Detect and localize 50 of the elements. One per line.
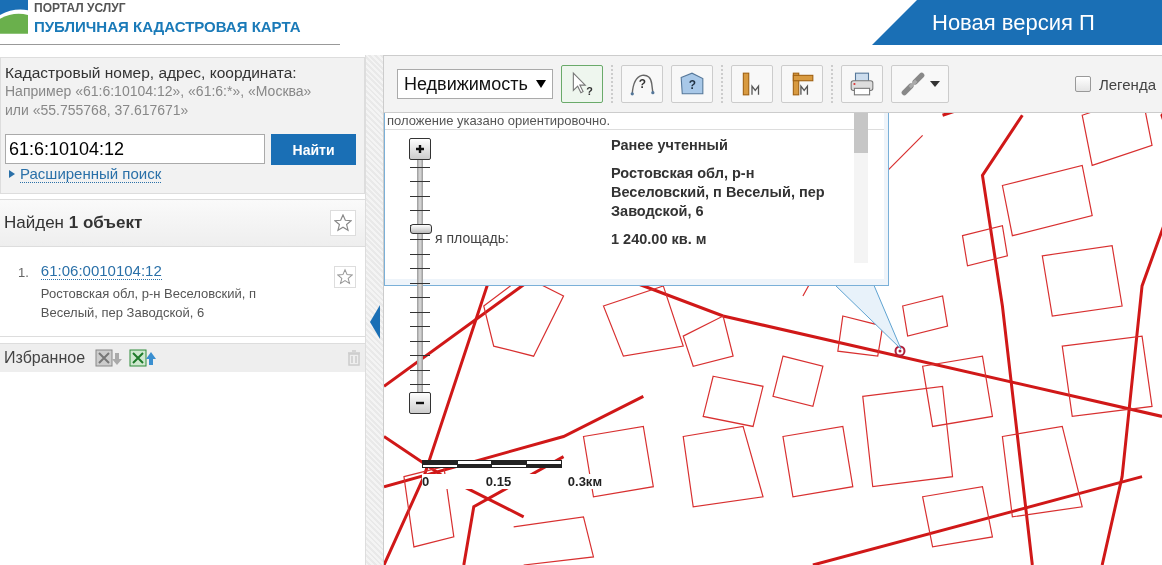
dropdown-caret-icon: [535, 80, 546, 88]
zoom-out-button[interactable]: [409, 392, 431, 414]
portal-logo-icon: [0, 0, 28, 34]
scale-label: 0.3км: [567, 474, 602, 489]
print-tool-button[interactable]: [840, 65, 883, 103]
cadastral-number-link[interactable]: 61:06:0010104:12: [40, 262, 162, 280]
scale-label: 0.15: [485, 474, 512, 489]
layer-select[interactable]: Недвижимость: [397, 69, 553, 99]
attribute-value: 1 240.00 кв. м: [611, 230, 708, 249]
search-label: Кадастровый номер, адрес, координата:: [5, 64, 298, 82]
star-icon: [334, 214, 352, 232]
plus-icon: [415, 144, 425, 154]
attribute-value: Ростовская обл, р-н Веселовский, п Веселый, пер Заводской, 6: [611, 164, 826, 221]
polygon-query-tool-button[interactable]: ?: [670, 65, 713, 103]
curve-query-tool-button[interactable]: ?: [620, 65, 663, 103]
area-ruler-tool-button[interactable]: [780, 65, 823, 103]
star-button[interactable]: [334, 266, 356, 288]
attribute-label: я площадь:: [435, 230, 509, 246]
portal-name: ПОРТАЛ УСЛУГ: [34, 1, 127, 15]
search-field[interactable]: 61:6:10104:12: [5, 134, 265, 164]
search-hint: Например «61:6:10104:12», «61:6:*», «Москва» или «55.755768, 37.617671»: [5, 82, 313, 120]
popup-note: положение указано ориентировочно.: [385, 113, 884, 129]
printer-icon: [848, 71, 875, 97]
dropdown-caret-icon: [929, 81, 940, 87]
zoom-in-button[interactable]: [409, 138, 431, 160]
spreadsheet-upload-icon[interactable]: [129, 347, 158, 369]
collapse-arrow-icon[interactable]: [370, 305, 380, 339]
zoom-slider-thumb[interactable]: [410, 224, 432, 235]
advanced-search-link[interactable]: Расширенный поиск: [20, 165, 162, 183]
new-version-banner[interactable]: Новая версия П: [872, 0, 1162, 45]
ruler-tool-button[interactable]: [730, 65, 773, 103]
find-button[interactable]: Найти: [271, 134, 356, 165]
favorites-title: Избранное: [4, 349, 86, 367]
expand-triangle-icon: [9, 170, 15, 178]
result-number: 1.: [18, 264, 29, 282]
result-address: Ростовская обл, р-н Веселовский, п Веселый, пер Заводской, 6: [40, 285, 257, 322]
attribute-value: Ранее учтенный: [611, 136, 729, 155]
star-icon: [337, 268, 353, 286]
link-tool-button[interactable]: [890, 65, 949, 103]
legend-checkbox[interactable]: [1074, 76, 1091, 92]
chain-link-icon: [899, 71, 926, 97]
site-title: ПУБЛИЧНАЯ КАДАСТРОВАЯ КАРТА: [34, 18, 301, 35]
legend-label: Легенда: [1098, 75, 1156, 93]
polygon-query-icon: ?: [678, 71, 705, 97]
spreadsheet-download-icon[interactable]: [95, 347, 124, 369]
pointer-tool-button[interactable]: ?: [560, 65, 603, 103]
scale-label: 0: [422, 474, 430, 489]
popup-scrollbar[interactable]: [854, 113, 868, 263]
star-button[interactable]: [330, 210, 356, 236]
results-title: Найден 1 объект: [4, 213, 143, 233]
